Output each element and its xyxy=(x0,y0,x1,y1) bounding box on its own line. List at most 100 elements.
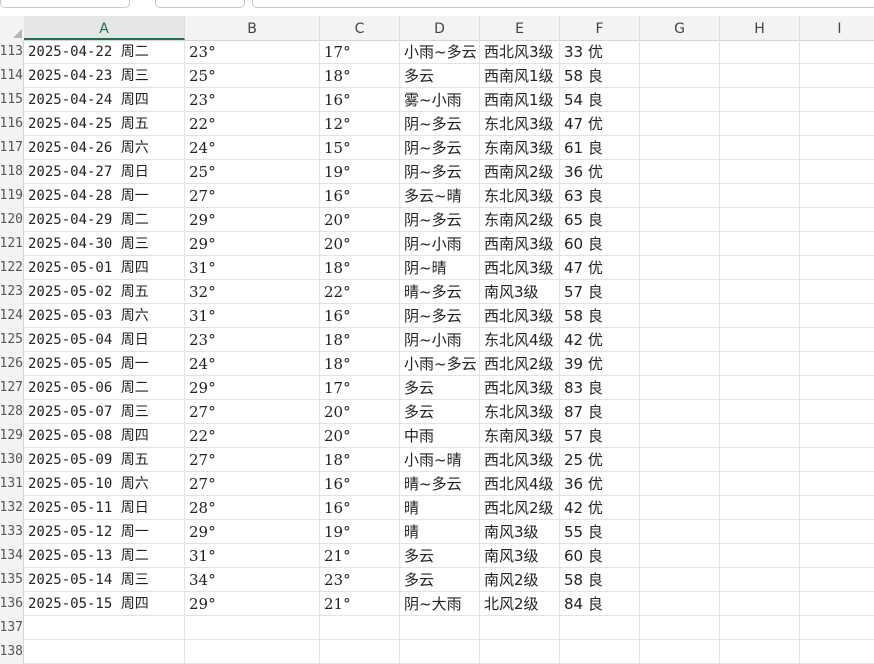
cell-low-temp[interactable]: 18° xyxy=(320,352,400,376)
row-number[interactable]: 133 xyxy=(0,520,24,544)
cell-i[interactable] xyxy=(800,424,874,448)
cell-high-temp[interactable]: 29° xyxy=(185,232,320,256)
cell-g[interactable] xyxy=(640,400,720,424)
cell-date[interactable]: 2025-05-15 周四 xyxy=(24,592,185,616)
cell-h[interactable] xyxy=(720,496,800,520)
cell-weather[interactable]: 多云 xyxy=(400,544,480,568)
row-number[interactable]: 138 xyxy=(0,640,24,664)
cell-h[interactable] xyxy=(720,208,800,232)
row-number[interactable]: 130 xyxy=(0,448,24,472)
row-number[interactable]: 132 xyxy=(0,496,24,520)
column-header-f[interactable]: F xyxy=(560,16,640,40)
cell-i[interactable] xyxy=(800,112,874,136)
cell-weather[interactable]: 晴~多云 xyxy=(400,280,480,304)
cell-date[interactable]: 2025-05-05 周一 xyxy=(24,352,185,376)
cell-date[interactable]: 2025-05-04 周日 xyxy=(24,328,185,352)
cell-h[interactable] xyxy=(720,40,800,64)
cell-g[interactable] xyxy=(640,328,720,352)
cell-g[interactable] xyxy=(640,40,720,64)
cell-wind[interactable]: 西北风3级 xyxy=(480,40,560,64)
cell-g[interactable] xyxy=(640,64,720,88)
cell-date[interactable]: 2025-05-12 周一 xyxy=(24,520,185,544)
select-all-corner[interactable] xyxy=(0,16,25,40)
cell-date[interactable]: 2025-04-27 周日 xyxy=(24,160,185,184)
cell-g[interactable] xyxy=(640,160,720,184)
cell-i[interactable] xyxy=(800,496,874,520)
cell-low-temp[interactable]: 16° xyxy=(320,304,400,328)
cell-i[interactable] xyxy=(800,88,874,112)
cell-g[interactable] xyxy=(640,568,720,592)
cell-i[interactable] xyxy=(800,592,874,616)
cell-i[interactable] xyxy=(800,616,874,640)
cell-i[interactable] xyxy=(800,544,874,568)
cell-i[interactable] xyxy=(800,64,874,88)
cell-weather[interactable]: 阴~多云 xyxy=(400,208,480,232)
cell-weather[interactable]: 阴~小雨 xyxy=(400,328,480,352)
cell-wind[interactable]: 西北风2级 xyxy=(480,496,560,520)
row-number[interactable]: 115 xyxy=(0,88,24,112)
cell-i[interactable] xyxy=(800,448,874,472)
column-header-e[interactable]: E xyxy=(480,16,560,40)
cell-date[interactable]: 2025-05-03 周六 xyxy=(24,304,185,328)
column-header-c[interactable]: C xyxy=(320,16,400,40)
cell-date[interactable]: 2025-05-13 周二 xyxy=(24,544,185,568)
cell-low-temp[interactable]: 19° xyxy=(320,520,400,544)
cell-wind[interactable]: 北风2级 xyxy=(480,592,560,616)
cell-i[interactable] xyxy=(800,640,874,664)
cell-date[interactable]: 2025-04-29 周二 xyxy=(24,208,185,232)
cell-date[interactable]: 2025-04-26 周六 xyxy=(24,136,185,160)
cell-date[interactable]: 2025-05-09 周五 xyxy=(24,448,185,472)
row-number[interactable]: 128 xyxy=(0,400,24,424)
row-number[interactable]: 121 xyxy=(0,232,24,256)
cell-high-temp[interactable]: 29° xyxy=(185,376,320,400)
cell-weather[interactable]: 小雨~多云 xyxy=(400,352,480,376)
cell-high-temp[interactable]: 29° xyxy=(185,208,320,232)
formula-buttons[interactable] xyxy=(155,0,245,8)
cell-wind[interactable]: 西北风3级 xyxy=(480,256,560,280)
cell-low-temp[interactable]: 18° xyxy=(320,448,400,472)
cell-high-temp[interactable]: 27° xyxy=(185,448,320,472)
cell-g[interactable] xyxy=(640,472,720,496)
row-number[interactable]: 117 xyxy=(0,136,24,160)
cell-date[interactable]: 2025-05-07 周三 xyxy=(24,400,185,424)
cell-high-temp[interactable]: 34° xyxy=(185,568,320,592)
cell-low-temp[interactable]: 16° xyxy=(320,184,400,208)
cell-aqi[interactable]: 63 良 xyxy=(560,184,640,208)
cell-date[interactable]: 2025-04-23 周三 xyxy=(24,64,185,88)
cell-low-temp[interactable] xyxy=(320,640,400,664)
cell-g[interactable] xyxy=(640,616,720,640)
cell-weather[interactable]: 多云 xyxy=(400,376,480,400)
cell-aqi[interactable]: 60 良 xyxy=(560,544,640,568)
cell-h[interactable] xyxy=(720,400,800,424)
cell-i[interactable] xyxy=(800,40,874,64)
cell-date[interactable]: 2025-05-01 周四 xyxy=(24,256,185,280)
cell-low-temp[interactable]: 16° xyxy=(320,472,400,496)
cell-wind[interactable] xyxy=(480,640,560,664)
cell-high-temp[interactable]: 31° xyxy=(185,256,320,280)
cell-wind[interactable]: 南风3级 xyxy=(480,544,560,568)
cell-aqi[interactable]: 42 优 xyxy=(560,328,640,352)
cell-weather[interactable]: 多云 xyxy=(400,400,480,424)
row-number[interactable]: 129 xyxy=(0,424,24,448)
cell-wind[interactable]: 南风2级 xyxy=(480,568,560,592)
cell-g[interactable] xyxy=(640,136,720,160)
cell-wind[interactable]: 东南风2级 xyxy=(480,208,560,232)
cell-g[interactable] xyxy=(640,592,720,616)
cell-g[interactable] xyxy=(640,88,720,112)
cell-date[interactable]: 2025-04-28 周一 xyxy=(24,184,185,208)
cell-aqi[interactable]: 42 优 xyxy=(560,496,640,520)
cell-weather[interactable]: 阴~小雨 xyxy=(400,232,480,256)
cell-h[interactable] xyxy=(720,256,800,280)
cell-i[interactable] xyxy=(800,256,874,280)
cell-h[interactable] xyxy=(720,424,800,448)
cell-low-temp[interactable]: 17° xyxy=(320,40,400,64)
cell-wind[interactable]: 西北风3级 xyxy=(480,304,560,328)
cell-aqi[interactable] xyxy=(560,640,640,664)
column-header-d[interactable]: D xyxy=(400,16,480,40)
cell-h[interactable] xyxy=(720,160,800,184)
cell-weather[interactable]: 中雨 xyxy=(400,424,480,448)
cell-aqi[interactable]: 55 良 xyxy=(560,520,640,544)
cell-high-temp[interactable]: 23° xyxy=(185,328,320,352)
cell-weather[interactable]: 多云 xyxy=(400,568,480,592)
cell-high-temp[interactable]: 22° xyxy=(185,112,320,136)
